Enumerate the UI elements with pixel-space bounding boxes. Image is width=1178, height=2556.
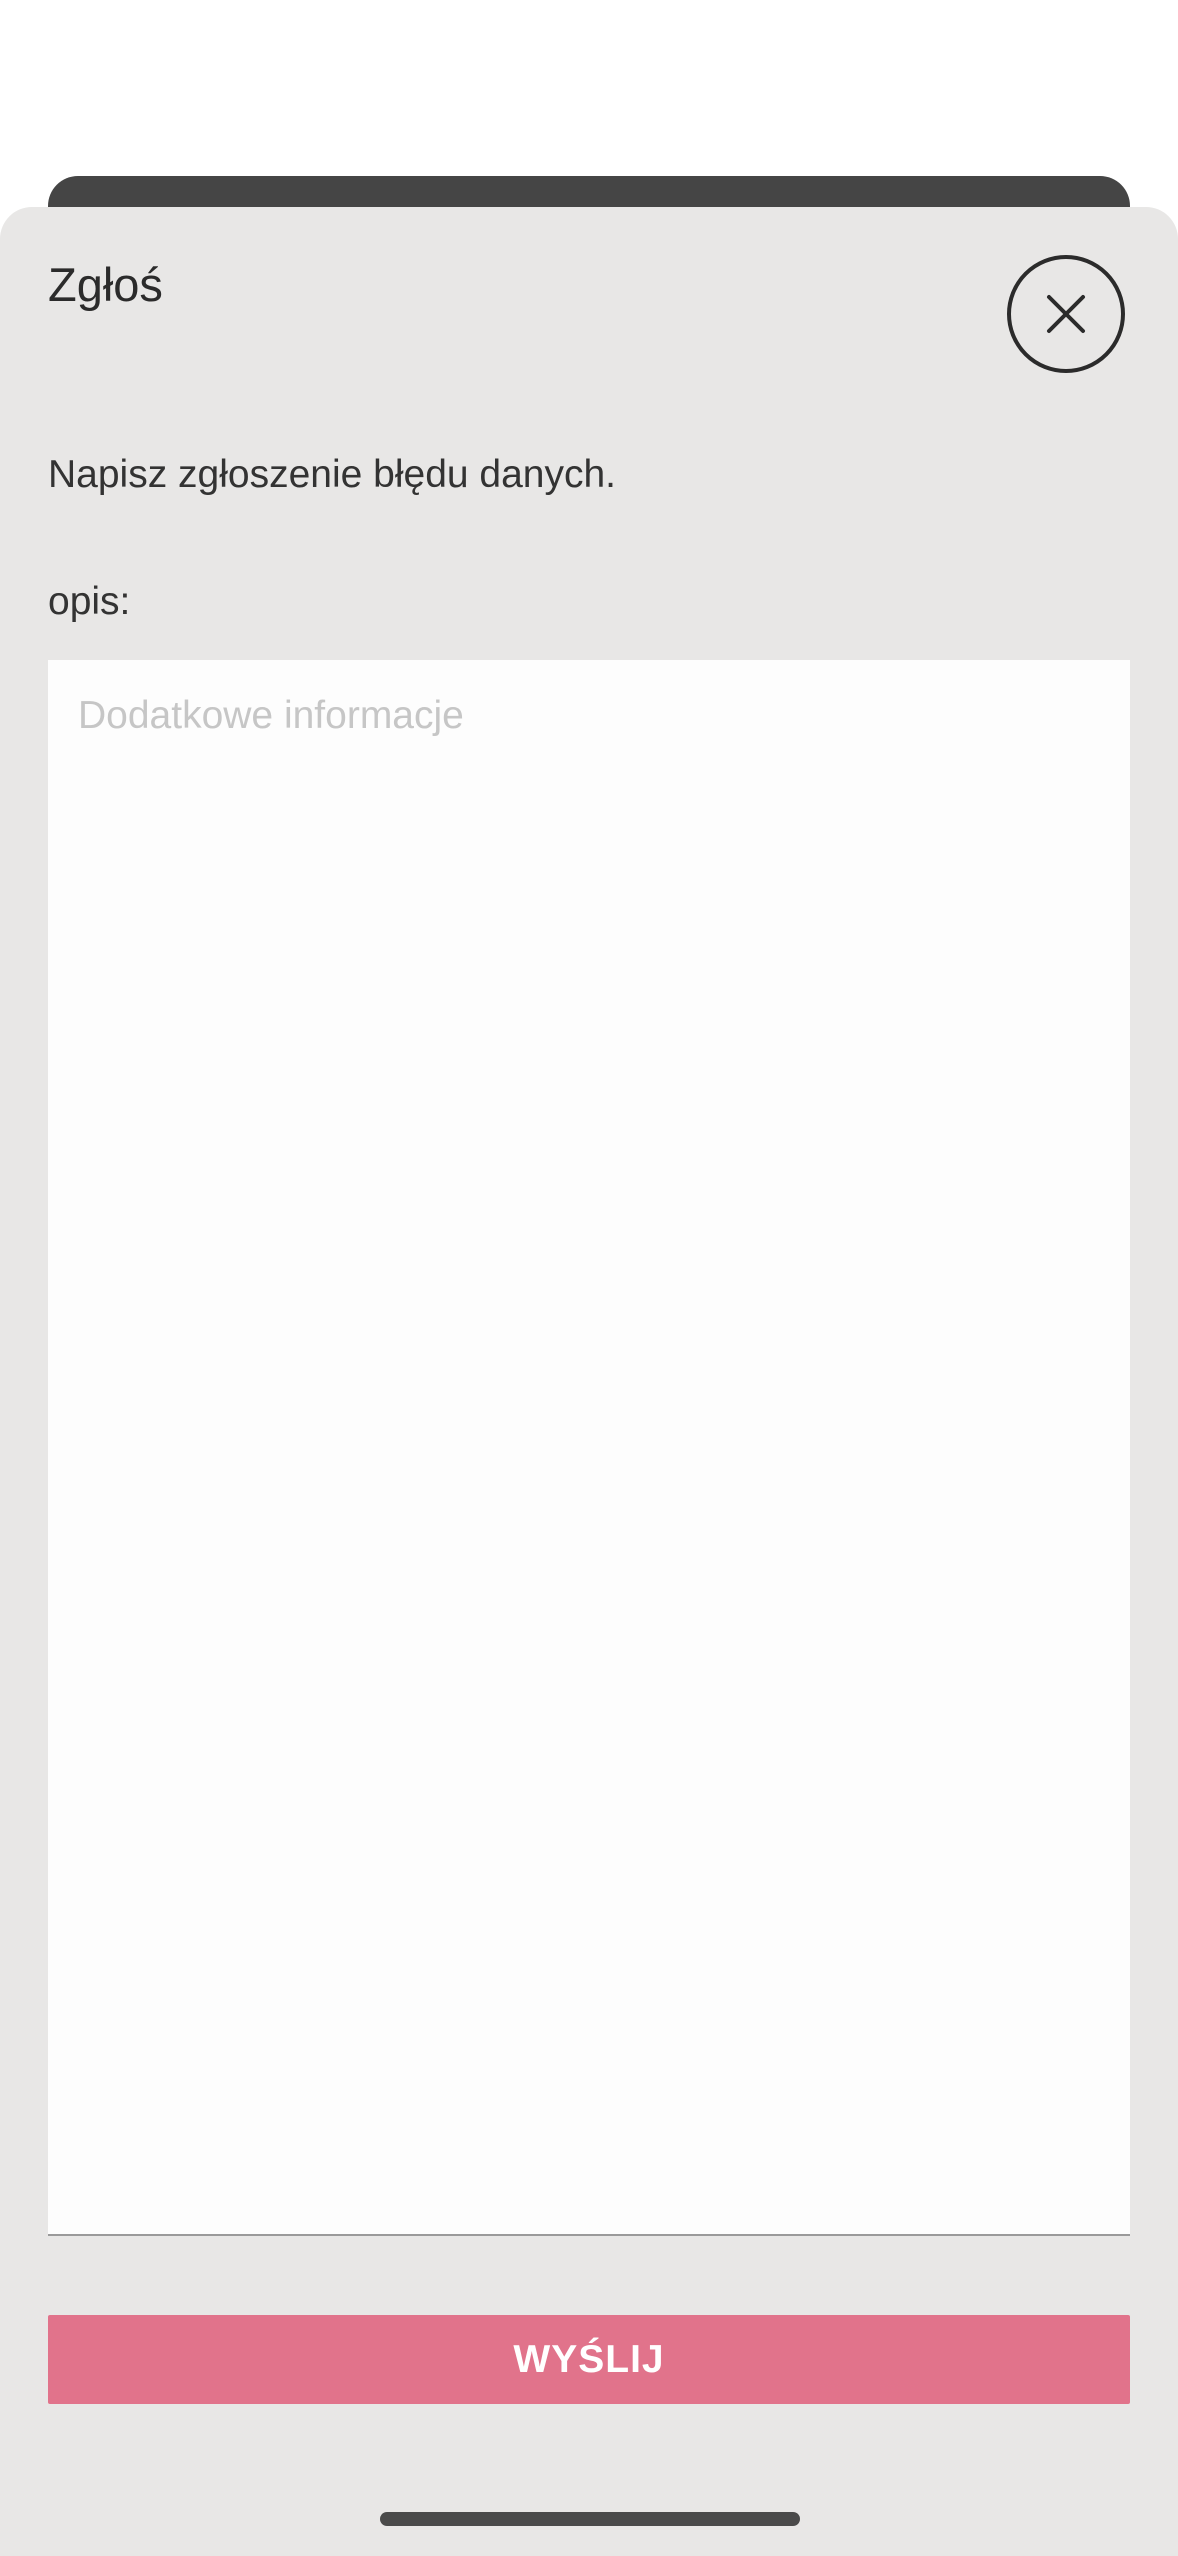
description-field-label: opis: [48,580,131,623]
send-button[interactable]: WYŚLIJ [48,2315,1130,2404]
close-button[interactable] [1007,255,1125,373]
home-indicator[interactable] [380,2512,800,2526]
close-icon [1047,295,1085,333]
description-input[interactable] [48,660,1130,2236]
modal-description: Napisz zgłoszenie błędu danych. [48,453,617,496]
modal-title: Zgłoś [48,258,163,311]
report-modal: Zgłoś Napisz zgłoszenie błędu danych. op… [0,207,1178,2556]
